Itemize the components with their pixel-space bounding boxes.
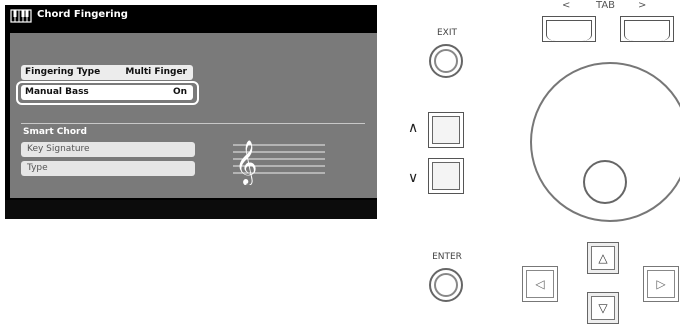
enter-label: ENTER: [432, 252, 462, 262]
cursor-down-icon: ▽: [591, 296, 615, 320]
cursor-right-icon: ▷: [647, 270, 675, 298]
manual-bass-row[interactable]: Manual Bass On: [21, 85, 193, 100]
down-arrow-glyph: ∨: [408, 170, 419, 186]
cursor-up-icon: △: [591, 246, 615, 270]
up-arrow-glyph: ∧: [408, 120, 419, 136]
cursor-left-button[interactable]: ◁: [522, 266, 558, 302]
treble-clef-staff-icon: 𝄞: [233, 140, 325, 185]
display-screen: Chord Fingering Fingering Type Multi Fin…: [5, 5, 377, 219]
tab-left-glyph: <: [562, 0, 571, 11]
type-item[interactable]: Type: [21, 161, 195, 176]
cursor-up-button[interactable]: △: [587, 242, 619, 274]
fingering-type-row[interactable]: Fingering Type Multi Finger: [21, 65, 193, 80]
key-signature-label: Key Signature: [27, 144, 90, 154]
svg-text:𝄞: 𝄞: [235, 140, 257, 185]
tab-left-button[interactable]: [542, 16, 596, 42]
exit-button[interactable]: [429, 44, 463, 78]
fingering-type-value: Multi Finger: [125, 67, 187, 77]
key-signature-item[interactable]: Key Signature: [21, 142, 195, 157]
keyboard-icon: [10, 9, 32, 23]
cursor-down-button[interactable]: ▽: [587, 292, 619, 324]
manual-bass-label: Manual Bass: [25, 87, 89, 97]
down-button[interactable]: [428, 158, 464, 194]
enter-button[interactable]: [429, 268, 463, 302]
title-bar: Chord Fingering: [5, 5, 377, 27]
manual-bass-value: On: [172, 87, 187, 97]
page-title: Chord Fingering: [37, 9, 128, 20]
section-divider: [21, 123, 365, 124]
tab-label: TAB: [596, 0, 616, 11]
tab-right-button[interactable]: [620, 16, 674, 42]
cursor-right-button[interactable]: ▷: [643, 266, 679, 302]
type-label: Type: [27, 163, 48, 173]
cursor-left-icon: ◁: [526, 270, 554, 298]
tab-right-glyph: >: [638, 0, 647, 11]
dial-knob[interactable]: [583, 160, 627, 204]
bottom-bar: [5, 200, 377, 219]
exit-label: EXIT: [436, 28, 457, 38]
smart-chord-label: Smart Chord: [23, 127, 87, 137]
up-button[interactable]: [428, 112, 464, 148]
fingering-type-label: Fingering Type: [25, 67, 101, 77]
